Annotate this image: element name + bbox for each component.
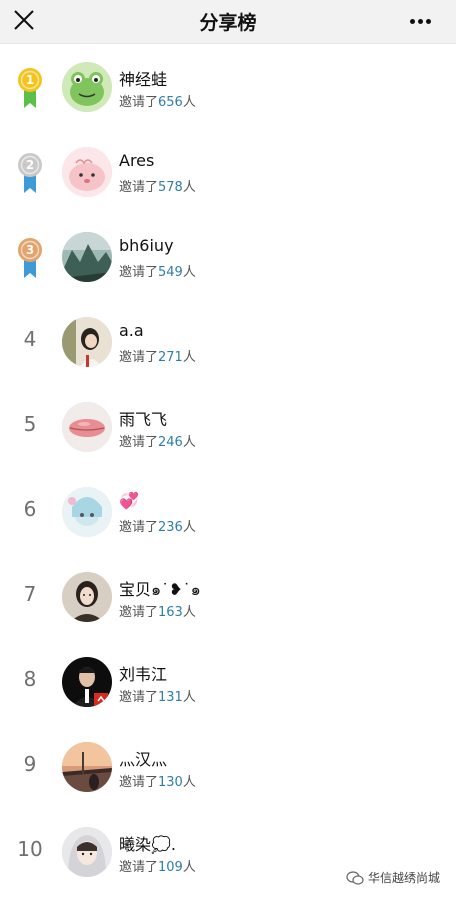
rank-cell: 7 xyxy=(0,554,60,639)
avatar[interactable] xyxy=(62,827,112,877)
rank-number: 8 xyxy=(23,667,37,691)
avatar[interactable] xyxy=(62,317,112,367)
rank-cell: 5 xyxy=(0,384,60,469)
invite-suffix: 人 xyxy=(182,435,196,450)
ranking-list: 1 神经蛙 邀请了656人 2 Ares 邀请了578人 3 bh6iuy 邀请了549人 4 a.… xyxy=(0,44,456,894)
invite-suffix: 人 xyxy=(182,605,196,620)
rank-number: 6 xyxy=(23,497,37,521)
rank-cell: 4 xyxy=(0,299,60,384)
invite-count: 578 xyxy=(158,180,183,195)
invite-count: 656 xyxy=(158,95,183,110)
user-name: 雨飞飞 xyxy=(119,410,168,429)
invite-count-text: 邀请了656人 xyxy=(119,91,196,110)
rank-cell: 1 xyxy=(0,44,60,129)
avatar[interactable] xyxy=(62,487,112,537)
watermark-text: 华信越绣尚城 xyxy=(367,871,440,885)
rank-cell: 2 xyxy=(0,129,60,214)
invite-count: 163 xyxy=(158,605,183,620)
user-name: a.a xyxy=(119,321,144,340)
avatar[interactable] xyxy=(62,147,112,197)
invite-prefix: 邀请了 xyxy=(119,520,159,535)
medal-rank-number: 1 xyxy=(25,73,35,87)
wechat-icon xyxy=(346,870,364,885)
invite-count-text: 邀请了131人 xyxy=(119,686,196,705)
invite-count-text: 邀请了163人 xyxy=(119,601,196,620)
invite-count: 549 xyxy=(158,265,183,280)
user-name: bh6iuy xyxy=(119,236,174,255)
rank-number: 4 xyxy=(23,327,37,351)
invite-prefix: 邀请了 xyxy=(119,690,159,705)
rank-cell: 3 xyxy=(0,214,60,299)
invite-prefix: 邀请了 xyxy=(119,860,159,875)
invite-prefix: 邀请了 xyxy=(119,350,159,365)
list-item[interactable]: 8 刘韦江邀请了131人 xyxy=(0,639,456,724)
list-item[interactable]: 7 宝贝๑˙❥˙๑ 邀请了163人 xyxy=(0,554,456,639)
invite-count-text: 邀请了578人 xyxy=(119,176,196,195)
invite-count: 246 xyxy=(158,435,183,450)
user-name: 曦染💭. xyxy=(119,835,177,854)
invite-suffix: 人 xyxy=(182,690,196,705)
list-item[interactable]: 2 Ares 邀请了578人 xyxy=(0,129,456,214)
list-item[interactable]: 4 a.a 邀请了271人 xyxy=(0,299,456,384)
rank-cell: 9 xyxy=(0,724,60,809)
invite-count-text: 邀请了109人 xyxy=(119,856,196,875)
rank-cell: 6 xyxy=(0,469,60,554)
more-dots-icon[interactable] xyxy=(410,9,438,27)
medal-rank-number: 2 xyxy=(25,158,35,172)
user-name: Ares xyxy=(119,151,155,170)
avatar[interactable] xyxy=(62,232,112,282)
rank-number: 9 xyxy=(23,752,37,776)
invite-count: 131 xyxy=(158,690,183,705)
invite-prefix: 邀请了 xyxy=(119,180,159,195)
avatar[interactable] xyxy=(62,572,112,622)
rank-number: 5 xyxy=(23,412,37,436)
invite-count-text: 邀请了246人 xyxy=(119,431,196,450)
rank-cell: 10 xyxy=(0,809,60,894)
invite-suffix: 人 xyxy=(182,180,196,195)
list-item[interactable]: 3 bh6iuy 邀请了549人 xyxy=(0,214,456,299)
invite-suffix: 人 xyxy=(182,520,196,535)
medal-rank-number: 3 xyxy=(25,243,35,257)
invite-count: 109 xyxy=(158,860,183,875)
avatar[interactable] xyxy=(62,742,112,792)
invite-prefix: 邀请了 xyxy=(119,435,159,450)
user-name: 💞 xyxy=(119,491,139,510)
top-bar: 分享榜 xyxy=(0,0,456,44)
list-item[interactable]: 1 神经蛙邀请了656人 xyxy=(0,44,456,129)
invite-count: 130 xyxy=(158,775,183,790)
invite-prefix: 邀请了 xyxy=(119,775,159,790)
list-item[interactable]: 9 灬汉灬邀请了130人 xyxy=(0,724,456,809)
page-title: 分享榜 xyxy=(199,12,257,34)
invite-count-text: 邀请了271人 xyxy=(119,346,196,365)
avatar[interactable] xyxy=(62,657,112,707)
rank-number: 10 xyxy=(17,837,43,861)
avatar[interactable] xyxy=(62,402,112,452)
invite-suffix: 人 xyxy=(182,350,196,365)
invite-prefix: 邀请了 xyxy=(119,95,159,110)
user-name: 宝贝๑˙❥˙๑ xyxy=(119,580,201,599)
invite-prefix: 邀请了 xyxy=(119,265,159,280)
invite-count: 236 xyxy=(158,520,183,535)
invite-count: 271 xyxy=(158,350,183,365)
invite-suffix: 人 xyxy=(182,860,196,875)
invite-suffix: 人 xyxy=(182,265,196,280)
invite-suffix: 人 xyxy=(182,775,196,790)
invite-count-text: 邀请了130人 xyxy=(119,771,196,790)
invite-count-text: 邀请了236人 xyxy=(119,516,196,535)
user-name: 神经蛙 xyxy=(119,70,168,89)
rank-number: 7 xyxy=(23,582,37,606)
user-name: 刘韦江 xyxy=(119,665,168,684)
list-item[interactable]: 5 雨飞飞邀请了246人 xyxy=(0,384,456,469)
watermark: 华信越绣尚城 xyxy=(346,869,440,886)
invite-count-text: 邀请了549人 xyxy=(119,261,196,280)
user-name: 灬汉灬 xyxy=(119,750,168,769)
list-item[interactable]: 6 💞 邀请了236人 xyxy=(0,469,456,554)
invite-suffix: 人 xyxy=(182,95,196,110)
rank-cell: 8 xyxy=(0,639,60,724)
invite-prefix: 邀请了 xyxy=(119,605,159,620)
avatar[interactable] xyxy=(62,62,112,112)
